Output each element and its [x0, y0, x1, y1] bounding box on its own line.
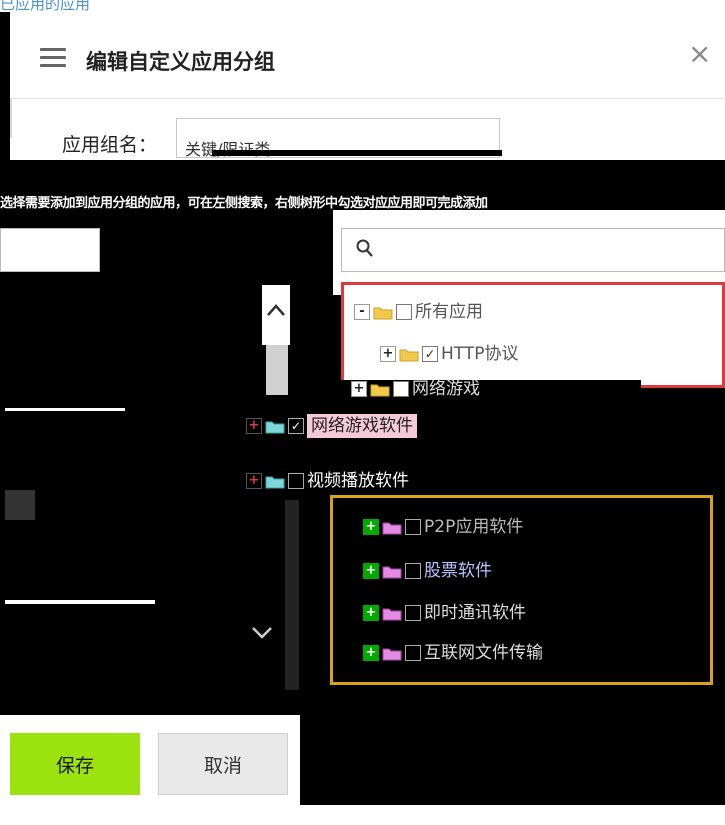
- checkbox[interactable]: [288, 473, 304, 489]
- folder-icon: [265, 419, 285, 434]
- tree-node[interactable]: + 股票软件: [363, 556, 492, 581]
- top-link[interactable]: 已应用的应用: [0, 0, 90, 12]
- folder-icon: [373, 305, 393, 320]
- save-button[interactable]: 保存: [10, 733, 140, 795]
- folder-icon: [382, 606, 402, 621]
- checkbox[interactable]: [405, 563, 421, 579]
- tree-node[interactable]: + ✓ HTTP协议: [380, 339, 519, 364]
- render-artifact: [300, 715, 725, 805]
- render-artifact: [5, 408, 125, 411]
- checkbox[interactable]: [405, 605, 421, 621]
- expand-icon[interactable]: +: [363, 605, 379, 621]
- tree-node-label: 视频播放软件: [307, 471, 409, 491]
- tree-mid-row: + ✓ 网络游戏软件: [240, 405, 720, 441]
- tree-node-label: HTTP协议: [441, 344, 519, 364]
- search-icon: [356, 239, 373, 257]
- left-search-input[interactable]: [0, 228, 100, 272]
- checkbox[interactable]: [396, 304, 412, 320]
- tree-node[interactable]: + 视频播放软件: [246, 466, 409, 491]
- tree-node-label: 网络游戏软件: [307, 414, 417, 438]
- tree-node-label: 互联网文件传输: [424, 643, 543, 663]
- app-tree-top: - 所有应用 + ✓ HTTP协议: [341, 282, 725, 388]
- dialog-title: 编辑自定义应用分组: [86, 50, 275, 74]
- dialog-header: 编辑自定义应用分组 ×: [10, 28, 725, 99]
- top-link-strip: 已应用的应用: [0, 0, 725, 12]
- render-artifact: [5, 490, 35, 520]
- render-artifact: [285, 500, 299, 700]
- dialog-bottom-gap: [0, 690, 725, 715]
- tree-search-input[interactable]: [341, 228, 725, 272]
- tree-node-label: 即时通讯软件: [424, 603, 526, 623]
- tree-node-label: 股票软件: [424, 561, 492, 581]
- tree-node[interactable]: + 互联网文件传输: [363, 638, 543, 663]
- expand-icon[interactable]: +: [246, 473, 262, 489]
- tree-mid-row: + 视频播放软件: [240, 460, 720, 496]
- tree-node[interactable]: - 所有应用: [354, 297, 483, 322]
- render-artifact: [5, 600, 155, 604]
- group-name-label: 应用组名：: [62, 134, 158, 156]
- divider: [10, 98, 12, 138]
- tree-node[interactable]: + 网络游戏: [351, 380, 480, 399]
- expand-icon[interactable]: +: [363, 519, 379, 535]
- tree-node-partial: + 网络游戏: [341, 380, 641, 404]
- folder-icon: [399, 347, 419, 362]
- checkbox[interactable]: [393, 381, 409, 397]
- close-icon[interactable]: ×: [688, 40, 711, 68]
- folder-icon: [265, 474, 285, 489]
- folder-icon: [370, 382, 390, 397]
- checkbox[interactable]: [405, 519, 421, 535]
- scroll-down-button[interactable]: [250, 625, 280, 645]
- chevron-up-icon: [267, 304, 285, 316]
- render-artifact: [212, 150, 502, 156]
- expand-icon[interactable]: +: [351, 381, 367, 397]
- render-artifact: [0, 160, 725, 192]
- tree-node-label: 网络游戏: [412, 380, 480, 399]
- expand-icon[interactable]: +: [246, 418, 262, 434]
- checkbox-checked[interactable]: ✓: [288, 418, 304, 434]
- checkbox-checked[interactable]: ✓: [422, 346, 438, 362]
- folder-icon: [382, 520, 402, 535]
- scrollbar-thumb[interactable]: [266, 345, 288, 395]
- checkbox[interactable]: [405, 645, 421, 661]
- tree-node[interactable]: + 即时通讯软件: [363, 598, 526, 623]
- expand-icon[interactable]: +: [363, 563, 379, 579]
- expand-icon[interactable]: +: [380, 346, 396, 362]
- folder-icon: [382, 564, 402, 579]
- tips-label: 选择需要添加到应用分组的应用，可在左侧搜索，右侧树形中勾选对应应用即可完成添加: [0, 196, 488, 210]
- tree-node[interactable]: + ✓ 网络游戏软件: [246, 411, 417, 438]
- collapse-icon[interactable]: -: [354, 304, 370, 320]
- tree-node[interactable]: + P2P应用软件: [363, 512, 523, 537]
- scroll-up-button[interactable]: [262, 285, 290, 345]
- expand-icon[interactable]: +: [363, 645, 379, 661]
- app-tree-children: + P2P应用软件 + 股票软件 + 即时通讯软件 + 互联网文件传输: [330, 495, 713, 685]
- tips-text: 选择需要添加到应用分组的应用，可在左侧搜索，右侧树形中勾选对应应用即可完成添加: [0, 192, 725, 210]
- tree-node-label: P2P应用软件: [424, 517, 524, 537]
- menu-icon: [40, 48, 66, 68]
- cancel-button[interactable]: 取消: [158, 733, 288, 795]
- chevron-down-icon: [252, 627, 272, 639]
- tree-node-label: 所有应用: [415, 302, 483, 322]
- folder-icon: [382, 646, 402, 661]
